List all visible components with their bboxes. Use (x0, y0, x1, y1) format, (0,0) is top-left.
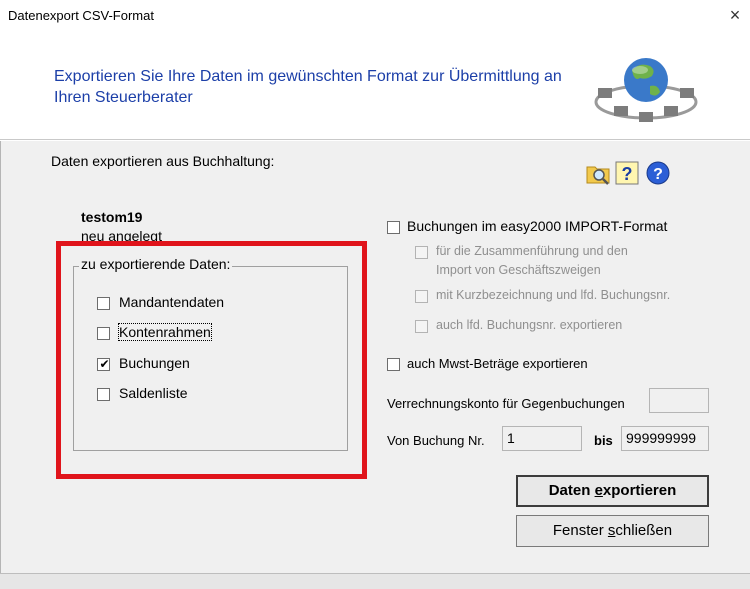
source-label: Daten exportieren aus Buchhaltung: (51, 153, 275, 169)
export-button-label-rest: xportieren (602, 482, 677, 499)
title-bar: Datenexport CSV-Format × (0, 0, 750, 30)
clearing-account-label: Verrechnungskonto für Gegenbuchungen (387, 396, 625, 411)
range-from-input[interactable]: 1 (502, 426, 582, 451)
export-accel: e (594, 482, 603, 499)
header-banner: Exportieren Sie Ihre Daten im gewünschte… (0, 30, 750, 140)
folder-search-icon[interactable] (585, 160, 611, 186)
svg-text:?: ? (622, 164, 633, 184)
info-help-icon[interactable]: ? (645, 160, 671, 186)
checkbox-box (415, 320, 428, 333)
checkbox-label: mit Kurzbezeichnung und lfd. Buchungsnr. (436, 288, 671, 302)
checkbox-box[interactable] (387, 358, 400, 371)
close-window-button[interactable]: Fenster schließen (516, 515, 709, 547)
globe-network-icon (594, 58, 698, 122)
range-from-label: Von Buchung Nr. (387, 433, 485, 448)
checkbox-box (415, 290, 428, 303)
clearing-account-input[interactable] (649, 388, 709, 413)
window-title: Datenexport CSV-Format (8, 8, 154, 23)
header-heading: Exportieren Sie Ihre Daten im gewünschte… (54, 68, 562, 106)
main-panel: Daten exportieren aus Buchhaltung: ? ? t… (0, 141, 750, 573)
svg-text:?: ? (653, 166, 663, 183)
checkbox-box (415, 246, 428, 259)
help-question-icon[interactable]: ? (614, 160, 640, 186)
export-button-label: Daten (548, 482, 595, 499)
highlight-box (56, 241, 367, 479)
checkbox-label: auch lfd. Buchungsnr. exportieren (436, 318, 623, 332)
checkbox-label-line2: Import von Geschäftszweigen (436, 263, 601, 277)
status-bar (0, 573, 750, 589)
checkbox-box[interactable] (387, 221, 400, 234)
company-name: testom19 (81, 209, 143, 225)
range-to-label: bis (594, 433, 613, 448)
close-icon[interactable]: × (724, 4, 746, 26)
close-button-label: Fenster (552, 522, 608, 539)
checkbox-label: Buchungen im easy2000 IMPORT-Format (407, 218, 668, 234)
checkbox-label: auch Mwst-Beträge exportieren (407, 356, 588, 371)
close-button-label-rest: chließen (615, 522, 673, 539)
checkbox-label-line1: für die Zusammenführung und den (436, 244, 628, 258)
range-to-input[interactable]: 999999999 (621, 426, 709, 451)
export-button[interactable]: Daten exportieren (516, 475, 709, 507)
